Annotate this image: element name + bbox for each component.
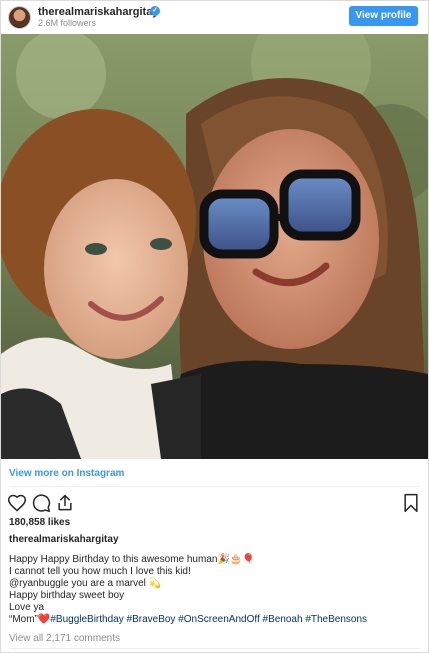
caption-line-with-hashtags: “Mom”❤️#BuggleBirthday #BraveBoy #OnScre… xyxy=(9,614,420,626)
likes-count[interactable]: 180,858 likes xyxy=(9,517,70,528)
bookmark-icon[interactable] xyxy=(401,493,421,513)
caption-line: Love ya xyxy=(9,602,45,613)
action-bar xyxy=(1,493,428,513)
share-icon[interactable] xyxy=(55,493,75,513)
caption-line: Happy Happy Birthday to this awesome hum… xyxy=(9,554,255,565)
post-photo[interactable] xyxy=(1,34,428,459)
comment-icon[interactable] xyxy=(31,493,51,513)
profile-avatar[interactable] xyxy=(8,6,31,29)
verified-badge-icon: ✓ xyxy=(150,6,160,16)
view-all-comments-link[interactable]: View all 2,171 comments xyxy=(9,633,120,644)
post-header: therealmariskahargitay ✓ 2.6M followers … xyxy=(1,1,428,34)
header-username[interactable]: therealmariskahargitay xyxy=(38,6,158,18)
caption-username[interactable]: therealmariskahargitay xyxy=(9,534,119,545)
caption-text: Happy Happy Birthday to this awesome hum… xyxy=(9,554,420,626)
divider xyxy=(9,648,420,649)
caption-hashtags[interactable]: #BuggleBirthday #BraveBoy #OnScreenAndOf… xyxy=(50,614,367,625)
followers-count: 2.6M followers xyxy=(38,18,97,28)
view-profile-button[interactable]: View profile xyxy=(349,6,418,26)
instagram-embed-card: therealmariskahargitay ✓ 2.6M followers … xyxy=(0,0,429,653)
heart-icon[interactable] xyxy=(7,493,27,513)
caption-line: @ryanbuggle you are a marvel 💫 xyxy=(9,578,162,589)
caption-line: I cannot tell you how much I love this k… xyxy=(9,566,191,577)
post-photo-image xyxy=(1,34,428,459)
caption-mom-text: “Mom”❤️ xyxy=(9,614,51,625)
view-more-on-instagram-link[interactable]: View more on Instagram xyxy=(9,468,124,479)
divider xyxy=(9,486,420,487)
caption-line: Happy birthday sweet boy xyxy=(9,590,125,601)
